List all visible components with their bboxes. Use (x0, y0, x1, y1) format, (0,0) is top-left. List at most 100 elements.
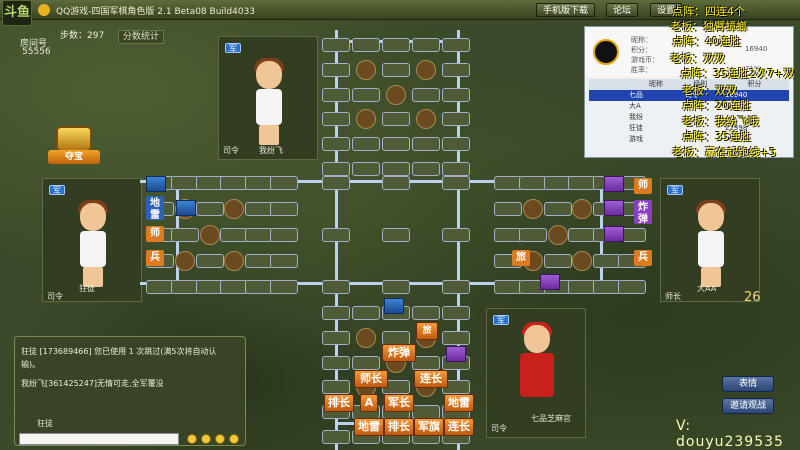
board-node[interactable] (170, 176, 199, 190)
board-node[interactable] (543, 254, 572, 268)
board-node[interactable] (382, 38, 410, 52)
board-node[interactable] (322, 87, 350, 102)
piece-purple[interactable] (604, 226, 624, 242)
board-node[interactable] (442, 280, 470, 294)
board-camp[interactable] (356, 59, 376, 80)
mobile-download-button[interactable]: 手机版下载 (536, 3, 596, 17)
piece-company-commander[interactable]: 连长 (444, 418, 474, 436)
player-card-left[interactable]: 军 司令 狂徒 (42, 178, 142, 302)
board-node[interactable] (170, 228, 199, 242)
board-node[interactable] (442, 306, 470, 320)
board-camp[interactable] (547, 225, 568, 245)
piece-purple[interactable] (604, 200, 624, 216)
board-node[interactable] (518, 176, 547, 190)
board-node[interactable] (270, 254, 298, 268)
board-node[interactable] (518, 228, 547, 242)
board-node[interactable] (195, 280, 224, 294)
board-node[interactable] (270, 280, 298, 294)
piece-division-commander[interactable]: 师长 (354, 370, 388, 388)
board-node[interactable] (195, 202, 224, 216)
board-node[interactable] (568, 228, 597, 242)
piece-platoon-leader[interactable]: 排长 (384, 418, 414, 436)
board-node[interactable] (146, 280, 174, 294)
board-node[interactable] (412, 38, 440, 52)
piece-bomb[interactable]: 炸弹 (382, 344, 416, 362)
board-node[interactable] (195, 176, 224, 190)
board-node[interactable] (618, 280, 646, 294)
emoji-icon[interactable] (201, 434, 211, 444)
board-camp[interactable] (224, 199, 245, 219)
player-card-right[interactable]: 军 师长 大AA (660, 178, 760, 302)
board-node[interactable] (382, 176, 410, 190)
board-node[interactable] (195, 254, 224, 268)
treasure-button[interactable]: 夺宝 (48, 122, 100, 166)
board-node[interactable] (442, 112, 470, 127)
board-node[interactable] (442, 62, 470, 77)
piece-company-commander[interactable]: 连长 (414, 370, 448, 388)
piece-right-division[interactable]: 师 (634, 178, 652, 194)
board-node[interactable] (382, 228, 410, 242)
piece-blue[interactable] (384, 298, 404, 314)
board-node[interactable] (220, 176, 249, 190)
piece-left-landmine[interactable]: 地雷 (146, 196, 164, 221)
board-node[interactable] (442, 228, 470, 242)
board-node[interactable] (322, 380, 350, 395)
board-node[interactable] (382, 280, 410, 294)
board-node[interactable] (494, 202, 522, 216)
board-node[interactable] (270, 176, 298, 190)
invite-watch-button[interactable]: 邀请观战 (722, 398, 774, 414)
board-camp[interactable] (224, 251, 245, 271)
board-node[interactable] (322, 430, 350, 444)
piece-right-brigade[interactable]: 旅 (512, 250, 530, 266)
board-node[interactable] (494, 280, 522, 294)
board-node[interactable] (170, 280, 199, 294)
forum-button[interactable]: 论坛 (606, 3, 639, 17)
board-node[interactable] (322, 62, 350, 77)
board-node[interactable] (543, 176, 572, 190)
board-node[interactable] (382, 162, 410, 176)
board-camp[interactable] (416, 109, 436, 130)
board-node[interactable] (442, 162, 470, 176)
board-node[interactable] (412, 355, 440, 370)
board-node[interactable] (442, 330, 470, 345)
board-node[interactable] (352, 137, 380, 152)
board-node[interactable] (412, 137, 440, 152)
piece-platoon-leader[interactable]: 排长 (324, 394, 354, 412)
board-node[interactable] (352, 355, 380, 370)
piece-flag[interactable]: 军旗 (414, 418, 444, 436)
piece-left-division[interactable]: 师 (146, 226, 164, 242)
board-camp[interactable] (174, 251, 195, 271)
board-node[interactable] (322, 112, 350, 127)
board-node[interactable] (442, 176, 470, 190)
piece-purple[interactable] (540, 274, 560, 290)
piece-brigade[interactable]: 旅 (416, 322, 438, 340)
emote-button[interactable]: 表情 (722, 376, 774, 392)
board-node[interactable] (352, 87, 380, 102)
board-node[interactable] (543, 202, 572, 216)
board-node[interactable] (568, 280, 597, 294)
emoji-icon[interactable] (215, 434, 225, 444)
board-camp[interactable] (416, 59, 436, 80)
board-node[interactable] (412, 306, 440, 320)
piece-purple[interactable] (446, 346, 466, 362)
board-node[interactable] (442, 137, 470, 152)
board-node[interactable] (382, 137, 410, 152)
board-node[interactable] (322, 306, 350, 320)
board-node[interactable] (494, 228, 522, 242)
board-node[interactable] (593, 254, 622, 268)
board-node[interactable] (322, 355, 350, 370)
emoji-icon[interactable] (187, 434, 197, 444)
board-node[interactable] (352, 306, 380, 320)
board-node[interactable] (322, 38, 350, 52)
piece-left-soldier[interactable]: 兵 (146, 250, 164, 266)
player-card-bottom[interactable]: 军 司令 七品芝麻官 (486, 308, 586, 438)
board-node[interactable] (568, 176, 597, 190)
board-node[interactable] (220, 280, 249, 294)
piece-right-bomb[interactable]: 炸弹 (634, 200, 652, 225)
board-camp[interactable] (572, 251, 593, 271)
board-node[interactable] (382, 112, 410, 127)
board-camp[interactable] (356, 327, 376, 348)
board-node[interactable] (382, 330, 410, 345)
board-node[interactable] (245, 254, 274, 268)
board-node[interactable] (245, 176, 274, 190)
